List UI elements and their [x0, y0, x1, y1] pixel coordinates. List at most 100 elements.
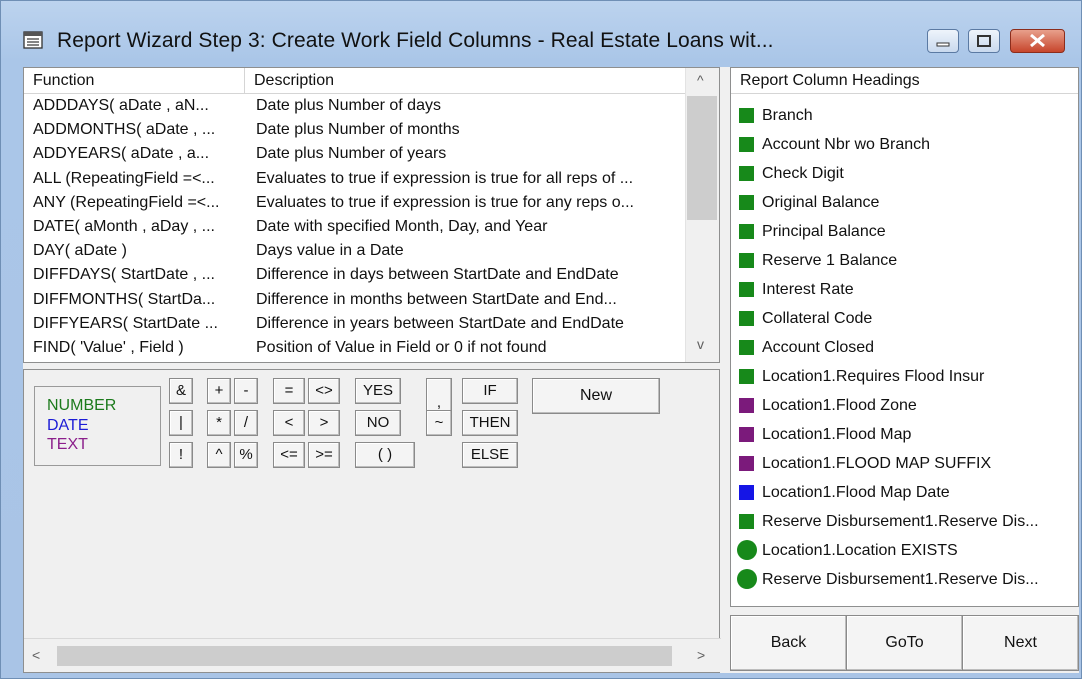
function-name: FIND( 'Value' , Field )	[33, 338, 184, 356]
function-row[interactable]: ALL (RepeatingField =<... Evaluates to tr…	[24, 168, 687, 192]
field-square-icon	[739, 108, 754, 123]
minimize-button[interactable]	[927, 29, 959, 53]
function-description: Position of Value in Field or 0 if not f…	[256, 338, 547, 356]
minimize-icon	[936, 42, 950, 47]
function-row[interactable]: DIFFMONTHS( StartDa... Difference in mont…	[24, 289, 687, 313]
then-button[interactable]: THEN	[462, 410, 518, 436]
function-row[interactable]: ADDYEARS( aDate , a... Date plus Number o…	[24, 143, 687, 167]
parentheses-button[interactable]: ( )	[355, 442, 415, 468]
maximize-button[interactable]	[968, 29, 1000, 53]
function-description: Evaluates to true if expression is true …	[256, 193, 634, 211]
column-heading-label: Reserve Disbursement1.Reserve Dis...	[762, 513, 1039, 530]
column-heading-label: Location1.Requires Flood Insur	[762, 368, 985, 385]
pipe-button[interactable]: |	[169, 410, 193, 436]
else-button[interactable]: ELSE	[462, 442, 518, 468]
report-column-headings-list[interactable]: Report Column Headings Branch Account Nbr…	[730, 67, 1079, 607]
field-square-icon	[739, 224, 754, 239]
new-button[interactable]: New	[532, 378, 660, 414]
column-heading-label: Collateral Code	[762, 310, 873, 327]
function-name: ADDDAYS( aDate , aN...	[33, 97, 209, 114]
field-square-icon	[739, 340, 754, 355]
function-description: Difference in months between StartDate a…	[256, 290, 617, 308]
not-equal-button[interactable]: <>	[308, 378, 340, 404]
back-button[interactable]: Back	[730, 615, 847, 671]
caret-button[interactable]: ^	[207, 442, 231, 468]
function-row[interactable]: DATE( aMonth , aDay , ... Date with speci…	[24, 216, 687, 240]
column-heading-label: Principal Balance	[762, 223, 886, 240]
scroll-left-icon[interactable]: <	[32, 647, 40, 663]
function-description: Days value in a Date	[256, 242, 404, 260]
percent-button[interactable]: %	[234, 442, 258, 468]
field-square-icon	[739, 398, 754, 413]
field-circle-icon	[737, 569, 757, 589]
plus-button[interactable]: +	[207, 378, 231, 404]
column-heading-label: Interest Rate	[762, 281, 854, 298]
field-square-icon	[739, 485, 754, 500]
function-name: ANY (RepeatingField =<...	[33, 193, 220, 211]
amp-button[interactable]: &	[169, 378, 193, 404]
function-row[interactable]: FIND( 'Value' , Field ) Position of Value…	[24, 337, 687, 361]
column-header-description[interactable]: Description	[245, 68, 687, 94]
column-heading-label: Check Digit	[762, 165, 844, 182]
function-description: Date plus Number of months	[256, 121, 460, 139]
column-heading-label: Reserve 1 Balance	[762, 252, 898, 269]
tilde-button[interactable]: ~	[426, 410, 452, 436]
function-row[interactable]: ANY (RepeatingField =<... Evaluates to tr…	[24, 192, 687, 216]
function-name: ALL (RepeatingField =<...	[33, 169, 215, 187]
less-than-button[interactable]: <	[273, 410, 305, 436]
function-row[interactable]: ADDMONTHS( aDate , ... Date plus Number o…	[24, 119, 687, 143]
column-header-function[interactable]: Function	[24, 68, 245, 94]
bang-button[interactable]: !	[169, 442, 193, 468]
column-heading-label: Location1.Flood Map Date	[762, 484, 950, 501]
title-bar[interactable]: Report Wizard Step 3: Create Work Field …	[1, 1, 1081, 61]
function-list[interactable]: Function Description ADDDAYS( aDate , aN…	[23, 67, 720, 363]
goto-button[interactable]: GoTo	[846, 615, 963, 671]
greater-equal-button[interactable]: >=	[308, 442, 340, 468]
next-button[interactable]: Next	[962, 615, 1079, 671]
palette-scroll-thumb[interactable]	[57, 646, 672, 666]
function-name: DIFFDAYS( StartDate , ...	[33, 266, 215, 284]
greater-than-button[interactable]: >	[308, 410, 340, 436]
yes-button[interactable]: YES	[355, 378, 401, 404]
scroll-down-icon[interactable]: v	[697, 336, 704, 352]
function-description: Difference in days between StartDate and…	[256, 266, 619, 284]
field-square-icon	[739, 311, 754, 326]
field-square-icon	[739, 166, 754, 181]
legend-date: DATE	[47, 417, 89, 434]
no-button[interactable]: NO	[355, 410, 401, 436]
headings-title: Report Column Headings	[731, 68, 1078, 94]
function-name: DIFFMONTHS( StartDa...	[33, 290, 216, 308]
equals-button[interactable]: =	[273, 378, 305, 404]
multiply-button[interactable]: *	[207, 410, 231, 436]
column-heading-label: Location1.FLOOD MAP SUFFIX	[762, 455, 992, 472]
column-heading-label: Account Closed	[762, 339, 875, 356]
function-row[interactable]: ADDDAYS( aDate , aN... Date plus Number o…	[24, 95, 687, 119]
divide-button[interactable]: /	[234, 410, 258, 436]
function-name: ADDYEARS( aDate , a...	[33, 145, 210, 163]
column-heading-label: Location1.Flood Zone	[762, 397, 917, 414]
function-row[interactable]: DAY( aDate ) Days value in a Date	[24, 240, 687, 264]
field-square-icon	[739, 282, 754, 297]
minus-button[interactable]: -	[234, 378, 258, 404]
scroll-up-icon[interactable]: ^	[697, 72, 704, 88]
field-square-icon	[739, 137, 754, 152]
field-square-icon	[739, 514, 754, 529]
function-list-vertical-scrollbar[interactable]: ^ v	[685, 68, 719, 362]
function-list-scroll-thumb[interactable]	[687, 96, 717, 220]
field-square-icon	[739, 195, 754, 210]
window-title: Report Wizard Step 3: Create Work Field …	[57, 29, 774, 52]
function-name: DAY( aDate )	[33, 242, 127, 260]
palette-horizontal-scrollbar[interactable]: < >	[24, 638, 721, 672]
function-row[interactable]: DIFFYEARS( StartDate ... Difference in ye…	[24, 313, 687, 337]
close-button[interactable]	[1010, 29, 1065, 53]
column-heading-label: Account Nbr wo Branch	[762, 136, 931, 153]
operator-palette: NUMBER DATE TEXT & | ! + * ^ - / % = < <…	[23, 369, 721, 673]
function-name: ADDMONTHS( aDate , ...	[33, 121, 216, 139]
less-equal-button[interactable]: <=	[273, 442, 305, 468]
field-square-icon	[739, 456, 754, 471]
scroll-right-icon[interactable]: >	[697, 647, 705, 663]
report-wizard-window: Report Wizard Step 3: Create Work Field …	[0, 0, 1082, 679]
function-row[interactable]: DIFFDAYS( StartDate , ... Difference in d…	[24, 264, 687, 288]
column-heading-label: Branch	[762, 107, 813, 124]
if-button[interactable]: IF	[462, 378, 518, 404]
